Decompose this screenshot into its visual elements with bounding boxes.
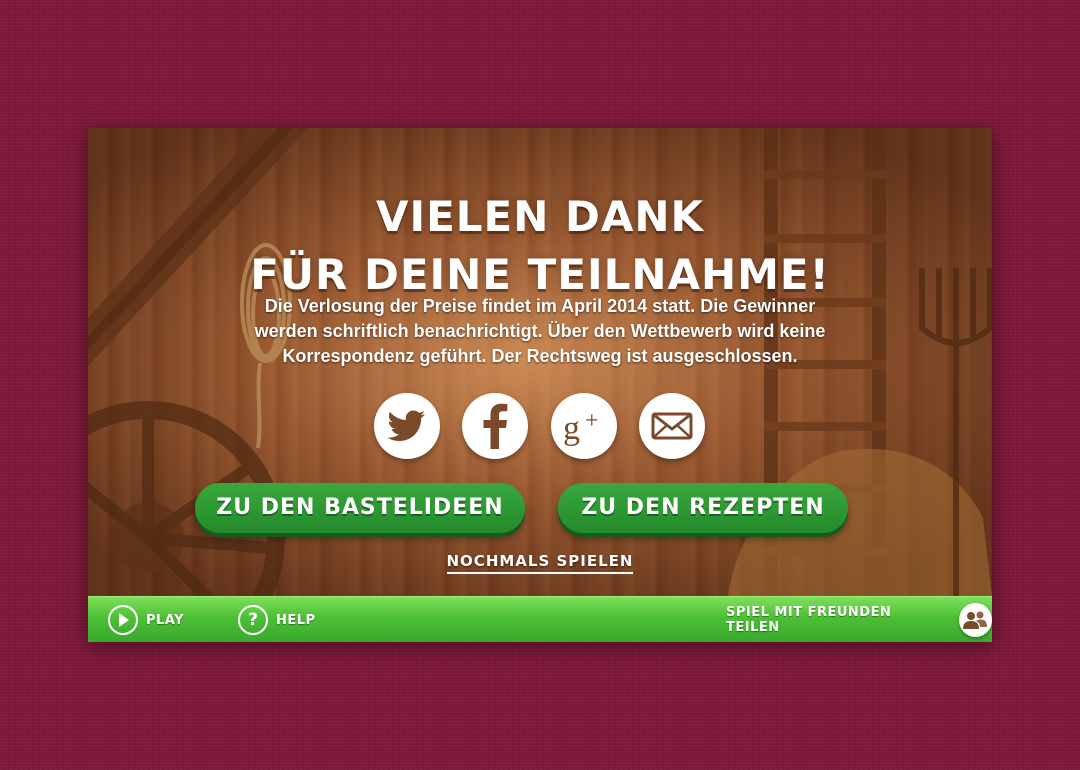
play-icon — [108, 605, 138, 635]
headline: VIELEN DANK FÜR DEINE TEILNAHME! — [88, 188, 992, 304]
description-line-3: Korrespondenz geführt. Der Rechtsweg ist… — [282, 346, 798, 366]
barn-scene: VIELEN DANK FÜR DEINE TEILNAHME! Die Ver… — [88, 128, 992, 596]
friends-icon — [958, 603, 992, 637]
play-again-link[interactable]: NOCHMALS SPIELEN — [446, 552, 634, 574]
google-plus-share-button[interactable]: g + — [551, 393, 617, 459]
svg-text:g: g — [563, 410, 580, 446]
bottom-bar: PLAY ? HELP SPIEL MIT FREUNDEN TEILEN — [88, 596, 992, 642]
headline-line-1: VIELEN DANK — [375, 192, 705, 241]
play-button[interactable]: PLAY — [108, 605, 184, 635]
help-label: HELP — [276, 612, 316, 628]
mail-share-button[interactable] — [639, 393, 705, 459]
share-label: SPIEL MIT FREUNDEN TEILEN — [726, 605, 892, 635]
play-again-container: NOCHMALS SPIELEN — [88, 552, 992, 574]
recipes-button[interactable]: ZU DEN REZEPTEN — [558, 483, 848, 533]
facebook-icon — [483, 403, 508, 449]
crafts-button[interactable]: ZU DEN BASTELIDEEN — [195, 483, 525, 533]
google-plus-icon: g + — [563, 408, 599, 446]
game-frame: VIELEN DANK FÜR DEINE TEILNAHME! Die Ver… — [88, 128, 992, 642]
mail-icon — [651, 412, 693, 440]
description-line-2: werden schriftlich benachrichtigt. Über … — [254, 321, 826, 341]
twitter-icon — [387, 410, 425, 441]
share-with-friends-button[interactable]: SPIEL MIT FREUNDEN TEILEN — [726, 603, 992, 637]
twitter-share-button[interactable] — [374, 393, 440, 459]
help-button[interactable]: ? HELP — [238, 605, 316, 635]
svg-text:+: + — [585, 408, 599, 434]
description-line-1: Die Verlosung der Preise findet im April… — [264, 296, 816, 316]
play-label: PLAY — [146, 612, 185, 628]
facebook-share-button[interactable] — [462, 393, 528, 459]
description: Die Verlosung der Preise findet im April… — [208, 294, 872, 369]
help-icon: ? — [238, 605, 268, 635]
